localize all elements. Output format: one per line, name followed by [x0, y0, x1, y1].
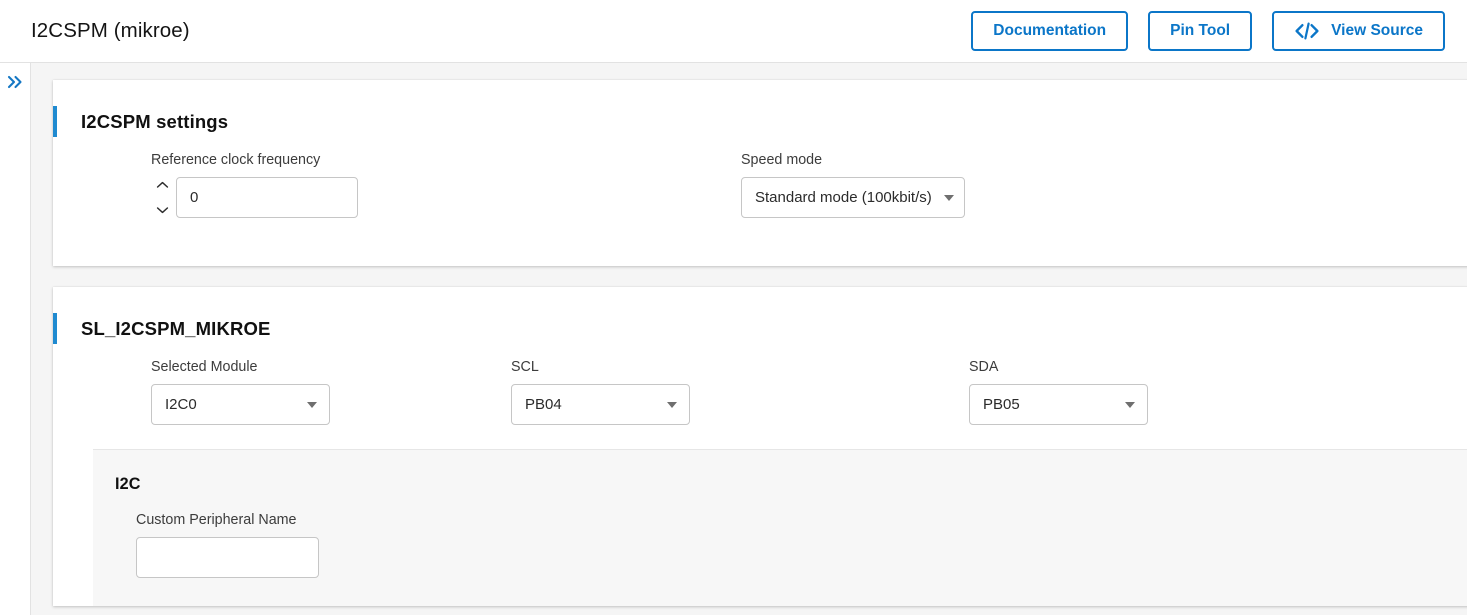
field-label: Reference clock frequency — [151, 152, 321, 168]
field-label: SDA — [969, 359, 999, 375]
panel-header: SL_I2CSPM_MIKROE — [53, 287, 1467, 348]
panel-body: Reference clock frequency 0 Speed mode S… — [53, 141, 1467, 218]
select-value: PB05 — [983, 396, 1020, 413]
double-chevron-right-icon[interactable] — [6, 74, 25, 90]
field-speed-mode: Speed mode Standard mode (100kbit/s) — [741, 152, 965, 218]
field-control — [151, 177, 741, 218]
pin-tool-button-label: Pin Tool — [1170, 22, 1231, 39]
panel-title: I2CSPM settings — [81, 110, 229, 132]
subpanel-i2c: I2C Custom Peripheral Name — [93, 449, 1467, 606]
caret-down-icon — [1125, 401, 1135, 408]
subpanel-title: I2C — [115, 475, 141, 493]
view-source-button-label: View Source — [1331, 22, 1423, 39]
scl-select[interactable]: PB04 — [511, 384, 690, 425]
field-label: SCL — [511, 359, 539, 375]
field-custom-peripheral-name: Custom Peripheral Name — [136, 512, 1467, 578]
body-container: I2CSPM settings Reference clock frequenc… — [0, 63, 1467, 615]
page-title: I2CSPM (mikroe) — [31, 19, 190, 42]
number-spinner — [151, 177, 173, 218]
panel-header: I2CSPM settings — [53, 80, 1467, 141]
chevron-up-icon[interactable] — [156, 180, 169, 190]
app-header: I2CSPM (mikroe) Documentation Pin Tool V… — [0, 0, 1467, 63]
field-label: Selected Module — [151, 359, 258, 375]
caret-down-icon — [307, 401, 317, 408]
field-reference-clock-frequency: Reference clock frequency — [53, 152, 741, 218]
panel-body: Selected Module I2C0 SCL PB04 SDA PB05 I… — [53, 348, 1467, 606]
view-source-button[interactable]: View Source — [1272, 11, 1445, 51]
field-row: Selected Module I2C0 SCL PB04 SDA PB05 — [53, 359, 1467, 425]
caret-down-icon — [943, 194, 954, 201]
panel-title: SL_I2CSPM_MIKROE — [81, 317, 271, 339]
selected-module-select[interactable]: I2C0 — [151, 384, 330, 425]
field-label: Custom Peripheral Name — [136, 512, 297, 528]
field-selected-module: Selected Module I2C0 — [53, 359, 511, 425]
sidebar-rail — [0, 63, 31, 615]
field-label: Speed mode — [741, 152, 823, 168]
sda-select[interactable]: PB05 — [969, 384, 1148, 425]
code-icon — [1294, 22, 1320, 40]
header-actions: Documentation Pin Tool View Source — [971, 11, 1445, 51]
speed-mode-select[interactable]: Standard mode (100kbit/s) — [741, 177, 965, 218]
chevron-down-icon[interactable] — [156, 205, 169, 215]
documentation-button-label: Documentation — [993, 22, 1107, 39]
documentation-button[interactable]: Documentation — [971, 11, 1129, 51]
panel-sl-i2cspm-mikroe: SL_I2CSPM_MIKROE Selected Module I2C0 SC… — [53, 287, 1467, 606]
pin-tool-button[interactable]: Pin Tool — [1148, 11, 1253, 51]
field-sda: SDA PB05 — [969, 359, 1148, 425]
select-value: PB04 — [525, 396, 562, 413]
reference-clock-frequency-input[interactable] — [176, 177, 358, 218]
settings-content: I2CSPM settings Reference clock frequenc… — [31, 63, 1467, 615]
select-value: I2C0 — [165, 396, 197, 413]
panel-i2cspm-settings: I2CSPM settings Reference clock frequenc… — [53, 80, 1467, 266]
caret-down-icon — [667, 401, 677, 408]
field-row: Reference clock frequency 0 Speed mode S… — [53, 152, 1467, 218]
custom-peripheral-name-input[interactable] — [136, 537, 319, 578]
field-scl: SCL PB04 — [511, 359, 969, 425]
select-value: Standard mode (100kbit/s) — [755, 189, 932, 206]
